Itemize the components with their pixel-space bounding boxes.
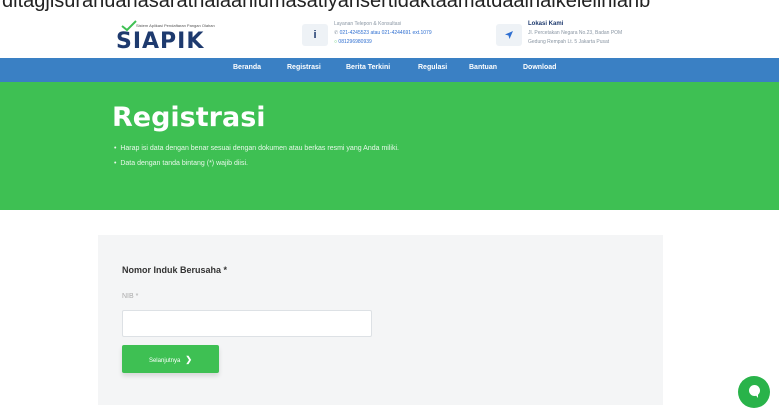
main-nav: Beranda Registrasi Berita Terkini Regula…	[0, 58, 779, 82]
info-icon: i	[302, 24, 328, 46]
nav-berita-terkini[interactable]: Berita Terkini	[346, 64, 390, 71]
contact-phone: ✆ 021-4245523 atau 021-4244691 ext.1079	[334, 29, 432, 38]
top-strip-text: ditagjisuranuanasaratnalaaniumasatiyanse…	[2, 0, 651, 12]
nav-download[interactable]: Download	[523, 64, 556, 71]
location-title: Lokasi Kami	[528, 21, 564, 27]
registration-card: Nomor Induk Berusaha * NIB * Selanjutnya…	[98, 235, 663, 405]
hero-note-2: • Data dengan tanda bintang (*) wajib di…	[114, 160, 248, 167]
location-arrow-icon	[496, 24, 522, 46]
nib-input[interactable]	[122, 310, 372, 337]
siapik-logo[interactable]: Sistem Aplikasi Pendaftaran Pangan Olaha…	[116, 20, 221, 54]
chevron-right-icon: ❯	[185, 354, 193, 364]
location-line-1: Jl. Percetakan Negara No.23, Badan POM	[528, 30, 623, 36]
chat-button[interactable]	[738, 376, 770, 408]
nav-beranda[interactable]: Beranda	[233, 64, 261, 71]
nav-regulasi[interactable]: Regulasi	[418, 64, 447, 71]
nib-label: NIB *	[122, 293, 139, 300]
logo-wordmark: SIAPIK	[116, 29, 205, 54]
site-header: Sistem Aplikasi Pendaftaran Pangan Olaha…	[0, 14, 779, 58]
contact-whatsapp: ○ 081296980939	[334, 38, 432, 47]
next-button[interactable]: Selanjutnya ❯	[122, 345, 219, 373]
contact-text: Layanan Telepon & Konsultasi ✆ 021-42455…	[334, 20, 432, 47]
form-section-title: Nomor Induk Berusaha *	[122, 265, 228, 275]
nav-registrasi[interactable]: Registrasi	[287, 64, 321, 71]
nav-bantuan[interactable]: Bantuan	[469, 64, 497, 71]
location-text: Lokasi Kami Jl. Percetakan Negara No.23,…	[528, 20, 622, 47]
hero-note-1-text: Harap isi data dengan benar sesuai denga…	[120, 145, 399, 152]
hero-note-2-text: Data dengan tanda bintang (*) wajib diis…	[120, 160, 248, 167]
contact-whatsapp-number[interactable]: 081296980939	[338, 39, 371, 45]
page-title: Registrasi	[112, 102, 266, 133]
hero-note-1: • Harap isi data dengan benar sesuai den…	[114, 145, 399, 152]
contact-title: Layanan Telepon & Konsultasi	[334, 21, 402, 27]
logo-tagline: Sistem Aplikasi Pendaftaran Pangan Olaha…	[136, 23, 215, 28]
location-line-2: Gedung Rempah Lt. 5 Jakarta Pusat	[528, 39, 610, 45]
chat-bubble-tail	[754, 393, 758, 398]
contact-phone-number[interactable]: 021-4245523 atau 021-4244691 ext.1079	[340, 30, 432, 36]
top-text-strip: ditagjisuranuanasaratnalaaniumasatiyanse…	[0, 0, 779, 14]
hero-banner: Registrasi • Harap isi data dengan benar…	[0, 82, 779, 210]
next-button-label: Selanjutnya	[148, 357, 181, 364]
